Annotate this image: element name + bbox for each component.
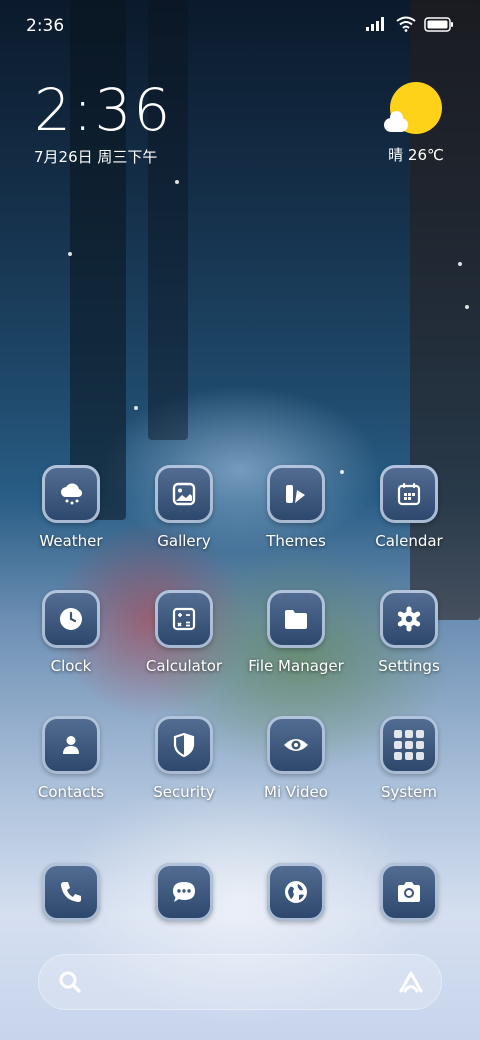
search-bar[interactable] <box>38 954 442 1010</box>
app-themes[interactable]: Themes <box>246 465 346 550</box>
background-tree <box>148 0 188 440</box>
folder-icon <box>267 590 325 648</box>
app-clock[interactable]: Clock <box>21 590 121 675</box>
app-label: File Manager <box>248 657 344 675</box>
person-icon <box>42 716 100 774</box>
weather-text: 晴 26℃ <box>388 146 444 164</box>
app-mi-video[interactable]: Mi Video <box>246 716 346 801</box>
app-label: Calendar <box>375 532 443 550</box>
dock-phone[interactable] <box>21 863 121 921</box>
wifi-icon <box>396 16 416 32</box>
grid-icon <box>380 716 438 774</box>
phone-icon <box>42 863 100 921</box>
status-bar: 2:36 <box>0 0 480 50</box>
battery-icon <box>424 16 453 32</box>
app-settings[interactable]: Settings <box>359 590 459 675</box>
app-label: Settings <box>378 657 440 675</box>
app-label: System <box>381 783 437 801</box>
dock-camera[interactable] <box>359 863 459 921</box>
app-calculator[interactable]: Calculator <box>134 590 234 675</box>
app-system-folder[interactable]: System <box>359 716 459 801</box>
snowflake <box>68 252 72 256</box>
gallery-icon <box>155 465 213 523</box>
snowflake <box>175 180 179 184</box>
app-calendar[interactable]: Calendar <box>359 465 459 550</box>
clock-date: 7月26日 周三下午 <box>34 148 158 166</box>
weather-widget[interactable]: 晴 26℃ <box>384 82 446 165</box>
app-label: Clock <box>50 657 92 675</box>
app-file-manager[interactable]: File Manager <box>246 590 346 675</box>
eye-icon <box>267 716 325 774</box>
signal-icon <box>366 17 384 31</box>
globe-icon <box>267 863 325 921</box>
app-label: Gallery <box>157 532 211 550</box>
status-time: 2:36 <box>26 16 65 36</box>
app-label: Calculator <box>145 657 223 675</box>
app-label: Weather <box>39 532 103 550</box>
clock-time: 2:36 <box>34 76 173 144</box>
shield-icon <box>155 716 213 774</box>
app-security[interactable]: Security <box>134 716 234 801</box>
sunny-cloud-icon <box>384 82 442 134</box>
app-weather[interactable]: Weather <box>21 465 121 550</box>
clock-icon <box>42 590 100 648</box>
weather-icon <box>42 465 100 523</box>
calculator-icon <box>155 590 213 648</box>
dock-messages[interactable] <box>134 863 234 921</box>
message-icon <box>155 863 213 921</box>
themes-icon <box>267 465 325 523</box>
snowflake <box>458 262 462 266</box>
dock-browser[interactable] <box>246 863 346 921</box>
calendar-icon <box>380 465 438 523</box>
assistant-icon[interactable] <box>396 968 426 996</box>
app-label: Contacts <box>37 783 105 801</box>
app-contacts[interactable]: Contacts <box>21 716 121 801</box>
status-icons <box>366 16 454 32</box>
app-gallery[interactable]: Gallery <box>134 465 234 550</box>
gear-icon <box>380 590 438 648</box>
clock-widget[interactable]: 2:36 7月26日 周三下午 <box>34 78 172 167</box>
app-label: Themes <box>266 532 326 550</box>
snowflake <box>465 305 469 309</box>
snowflake <box>134 406 138 410</box>
search-icon[interactable] <box>56 968 84 996</box>
app-label: Mi Video <box>264 783 328 801</box>
app-label: Security <box>153 783 215 801</box>
camera-icon <box>380 863 438 921</box>
